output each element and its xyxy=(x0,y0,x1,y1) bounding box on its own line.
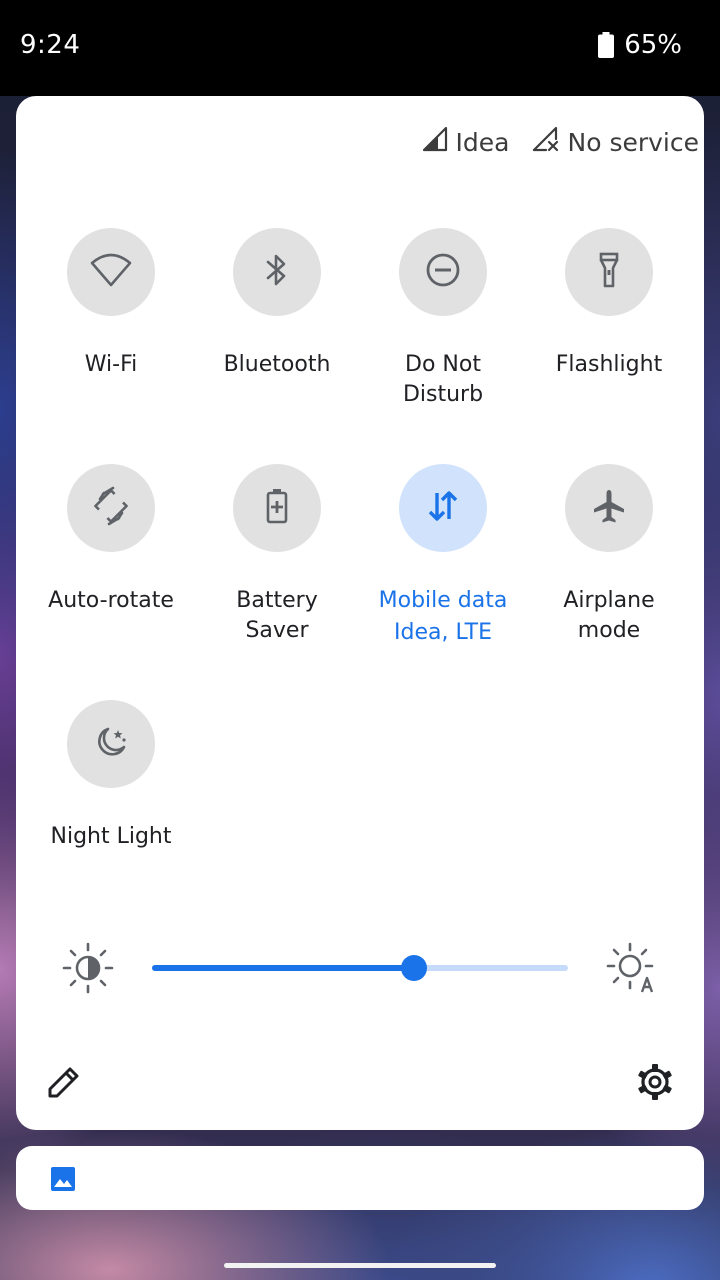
battery-saver-icon xyxy=(266,488,288,528)
carrier-name: Idea xyxy=(455,127,510,157)
tile-flashlight-button[interactable] xyxy=(565,228,653,316)
flashlight-icon xyxy=(597,252,621,292)
tile-wifi-button[interactable] xyxy=(67,228,155,316)
tile-auto-rotate-label: Auto-rotate xyxy=(48,588,174,613)
carrier-status: No service xyxy=(567,127,700,157)
auto-brightness-icon[interactable] xyxy=(606,942,658,998)
tile-mobile-data-button[interactable] xyxy=(399,464,487,552)
tile-flashlight-label: Flashlight xyxy=(555,352,663,377)
signal-no-service-icon xyxy=(532,126,560,158)
tile-mobile-data-sublabel: Idea, LTE xyxy=(393,620,493,645)
tile-mobile-data[interactable]: Mobile data Idea, LTE xyxy=(360,464,526,648)
tile-night-light-label: Night Light xyxy=(50,824,172,849)
tile-bluetooth-button[interactable] xyxy=(233,228,321,316)
tile-bluetooth[interactable]: Bluetooth xyxy=(194,228,360,380)
tile-do-not-disturb[interactable]: Do Not Disturb xyxy=(360,228,526,410)
navigation-handle[interactable] xyxy=(224,1263,496,1268)
tile-auto-rotate-button[interactable] xyxy=(67,464,155,552)
brightness-slider-fill xyxy=(152,965,415,971)
tile-wifi[interactable]: Wi-Fi xyxy=(28,228,194,380)
auto-rotate-icon xyxy=(91,486,131,530)
carrier-no-service: No service xyxy=(532,126,700,158)
quick-settings-panel: Idea No service Wi-Fi Bluetooth Do Not D… xyxy=(16,96,704,1130)
image-icon xyxy=(50,1166,76,1192)
tile-airplane-mode[interactable]: Airplane mode xyxy=(526,464,692,646)
tile-airplane-mode-label: Airplane mode xyxy=(563,588,655,643)
airplane-icon xyxy=(591,488,627,528)
tile-wifi-label: Wi-Fi xyxy=(84,352,138,377)
status-clock: 9:24 xyxy=(20,30,81,60)
tile-flashlight[interactable]: Flashlight xyxy=(526,228,692,380)
tile-night-light-button[interactable] xyxy=(67,700,155,788)
brightness-slider[interactable] xyxy=(152,955,568,981)
notification-card[interactable] xyxy=(16,1146,704,1210)
do-not-disturb-icon xyxy=(425,252,461,292)
bluetooth-icon xyxy=(265,252,289,292)
tile-battery-saver-label: Battery Saver xyxy=(236,588,318,643)
tile-bluetooth-label: Bluetooth xyxy=(223,352,331,377)
carrier-row: Idea No service xyxy=(422,126,699,158)
tile-airplane-mode-button[interactable] xyxy=(565,464,653,552)
brightness-row xyxy=(16,942,704,994)
tile-mobile-data-label: Mobile data xyxy=(378,588,508,613)
gear-icon[interactable] xyxy=(636,1063,674,1101)
carrier-idea: Idea xyxy=(422,126,510,158)
tile-night-light[interactable]: Night Light xyxy=(28,700,194,852)
signal-icon xyxy=(422,126,448,158)
tile-do-not-disturb-button[interactable] xyxy=(399,228,487,316)
status-bar: 9:24 65% xyxy=(0,0,720,96)
mobile-data-icon xyxy=(426,489,460,527)
night-light-icon xyxy=(93,724,129,764)
brightness-slider-thumb[interactable] xyxy=(401,955,428,981)
tile-battery-saver[interactable]: Battery Saver xyxy=(194,464,360,646)
pencil-icon[interactable] xyxy=(46,1064,82,1100)
tile-battery-saver-button[interactable] xyxy=(233,464,321,552)
battery-percent: 65% xyxy=(624,30,682,60)
tile-do-not-disturb-label: Do Not Disturb xyxy=(402,352,484,407)
battery-icon xyxy=(598,32,615,58)
brightness-icon xyxy=(62,942,114,998)
battery-indicator: 65% xyxy=(598,30,682,60)
tile-auto-rotate[interactable]: Auto-rotate xyxy=(28,464,194,616)
wifi-icon xyxy=(90,253,132,291)
